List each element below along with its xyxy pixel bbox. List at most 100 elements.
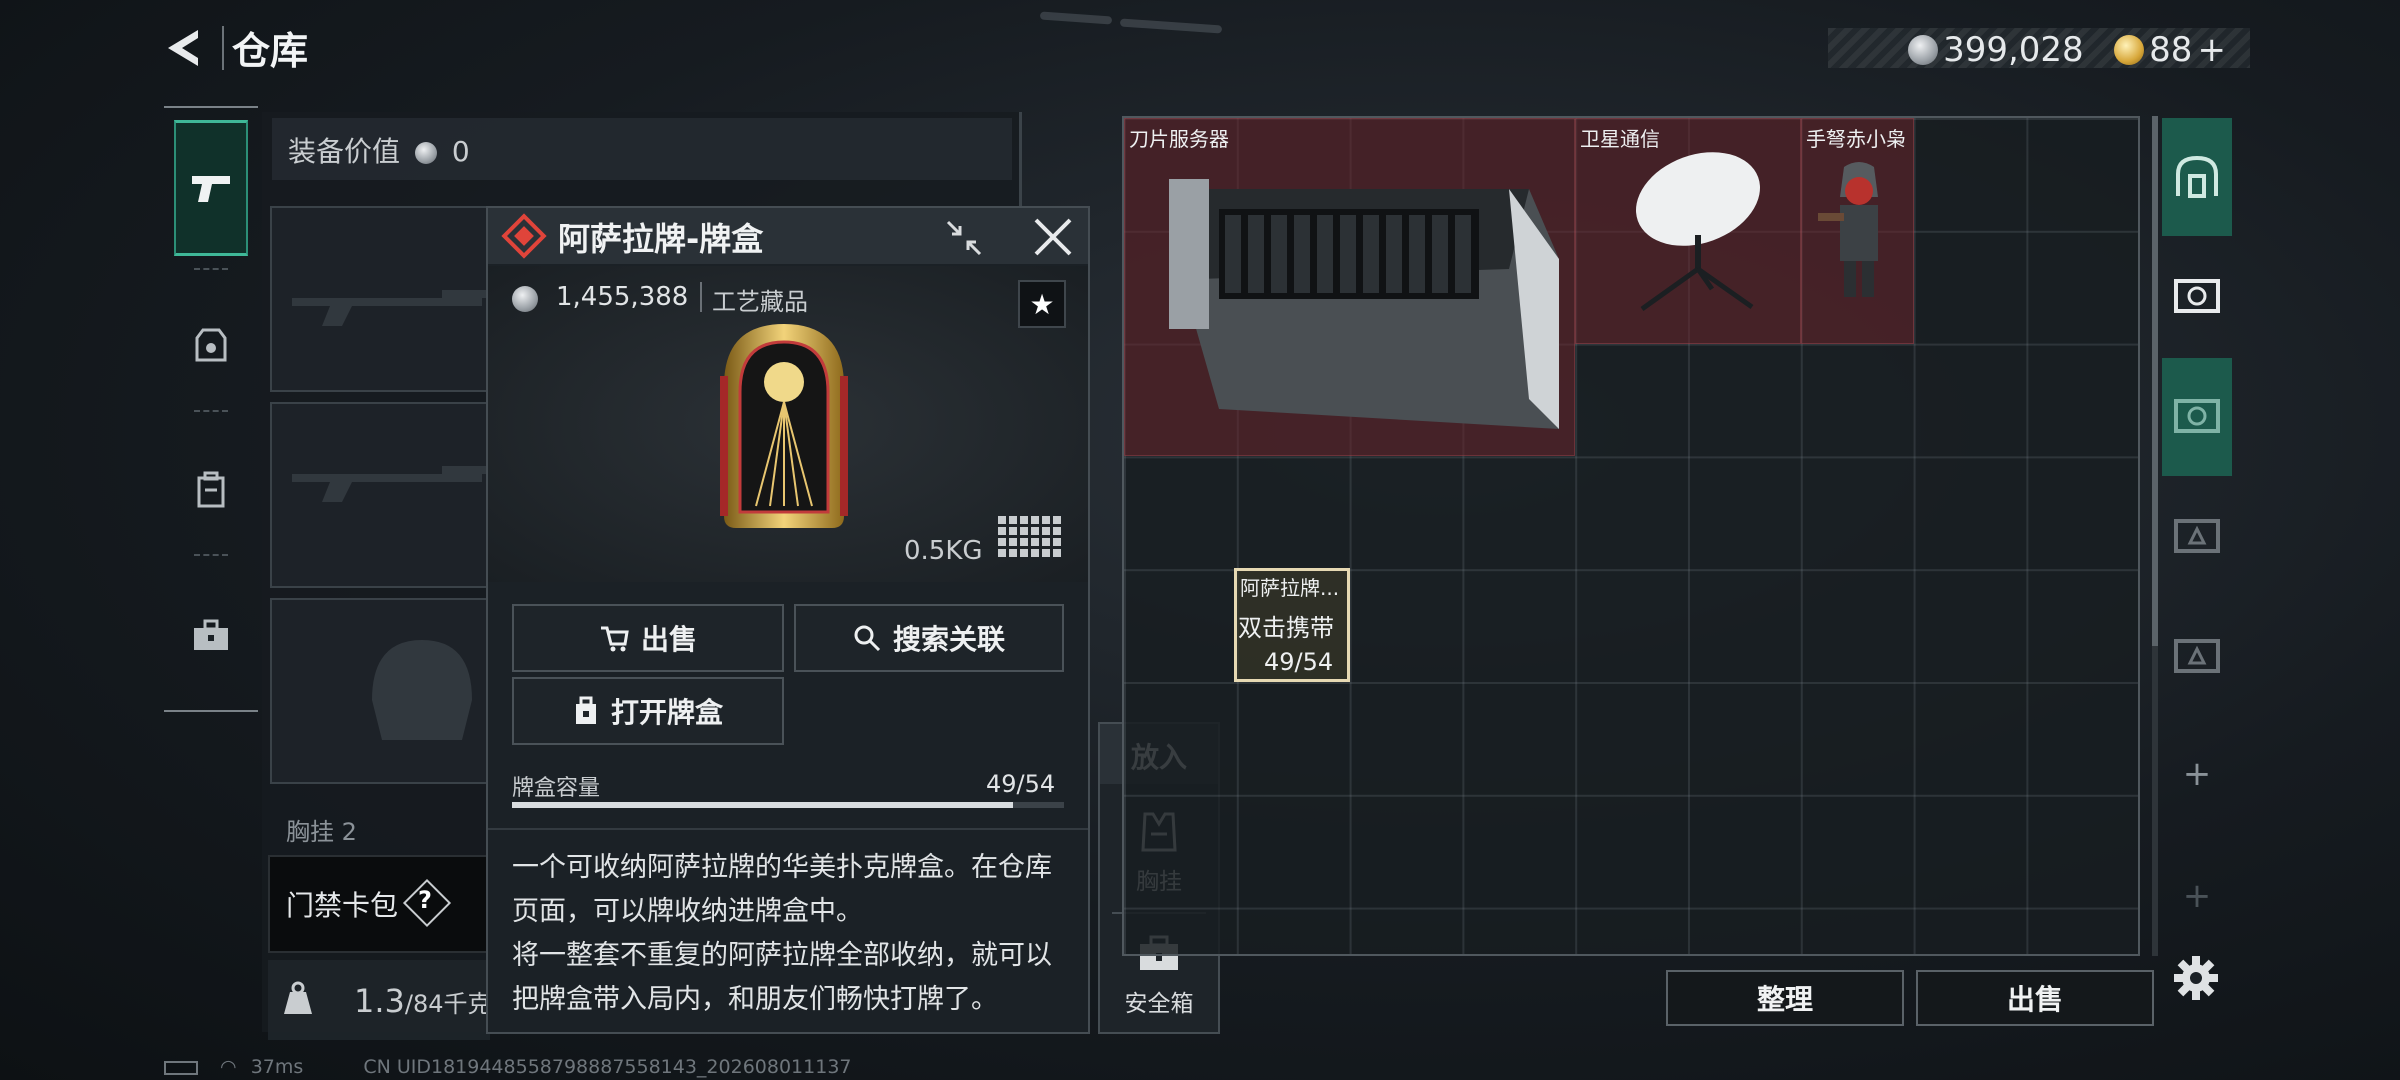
- card-box-image: [720, 324, 848, 528]
- rifle-silhouette-icon: [292, 290, 492, 326]
- search-related-button[interactable]: 搜索关联: [794, 604, 1064, 672]
- stash-tab-icon: [2174, 279, 2220, 313]
- stash-item-label: 卫星通信: [1580, 127, 1660, 151]
- helmet-slot[interactable]: [270, 598, 500, 784]
- open-card-box-button[interactable]: 打开牌盒: [512, 677, 784, 745]
- stash-tab-icon: [2174, 519, 2220, 553]
- close-icon[interactable]: [1030, 214, 1076, 260]
- stash-page-5[interactable]: [2162, 598, 2232, 716]
- server-blade: [1363, 215, 1379, 293]
- stash-item-crossbow-figure[interactable]: 手弩赤小枭: [1801, 118, 1914, 344]
- equipment-value-label: 装备价值: [288, 135, 401, 168]
- item-weight: 0.5KG: [904, 536, 983, 566]
- chest-rig-slot-label: 胸挂 2: [286, 812, 357, 847]
- server-blade: [1294, 215, 1310, 293]
- help-icon-glyph: ?: [418, 886, 432, 914]
- stash-home-icon: [2176, 155, 2218, 198]
- server-blade: [1248, 215, 1264, 293]
- grid-size-icon: [998, 516, 1061, 557]
- search-icon: [854, 625, 881, 652]
- stash-scrollbar[interactable]: [2152, 116, 2158, 646]
- capacity-label: 牌盒容量: [512, 776, 601, 801]
- server-blade: [1455, 215, 1471, 293]
- back-arrow-icon[interactable]: [160, 24, 208, 72]
- carry-weight-max: /84千克: [404, 990, 492, 1018]
- popup-title: 阿萨拉牌-牌盒: [558, 220, 764, 258]
- collapse-icon[interactable]: [944, 218, 984, 258]
- price-divider: [700, 282, 702, 312]
- equipment-value-amount: 0: [451, 135, 470, 168]
- stash-tab-icon: [2174, 639, 2220, 673]
- gold-coin-icon: [2114, 35, 2144, 65]
- description-paragraph: 将一整套不重复的阿萨拉牌全部收纳，就可以把牌盒带入局内，和朋友们畅快打牌了。: [512, 940, 1052, 1015]
- server-blade: [1271, 215, 1287, 293]
- stash-page-4[interactable]: [2162, 478, 2232, 596]
- user-uid: CN UID1819448558798887558143_20260801113…: [363, 1056, 852, 1078]
- server-blade: [1432, 215, 1448, 293]
- rail-backpack-tab[interactable]: [174, 422, 248, 558]
- battery-icon: [164, 1060, 198, 1075]
- sell-button[interactable]: 出售: [512, 604, 784, 672]
- gold-currency[interactable]: 88 +: [2114, 30, 2226, 70]
- item-description: 一个可收纳阿萨拉牌的华美扑克牌盒。在仓库页面，可以牌收纳进牌盒中。 将一整套不重复…: [512, 846, 1072, 1022]
- add-gold-icon[interactable]: +: [2197, 30, 2226, 70]
- carry-weight-value: 1.3: [354, 982, 405, 1020]
- rail-armor-tab[interactable]: [174, 278, 248, 414]
- favorite-star-button[interactable]: ★: [1018, 280, 1066, 328]
- silver-amount: 399,028: [1943, 30, 2084, 70]
- equipment-value: 装备价值 0: [288, 130, 470, 170]
- rail-case-tab[interactable]: [174, 568, 248, 704]
- rifle-silhouette-icon: [292, 466, 492, 502]
- figure-image: [1818, 162, 1878, 297]
- stash-item-satellite[interactable]: 卫星通信: [1575, 118, 1801, 344]
- safe-box-label: 安全箱: [1124, 991, 1194, 1017]
- search-related-label: 搜索关联: [892, 623, 1005, 656]
- server-blade: [1225, 215, 1241, 293]
- description-paragraph: 一个可收纳阿萨拉牌的华美扑克牌盒。在仓库页面，可以牌收纳进牌盒中。: [512, 852, 1052, 927]
- ping-value: 37ms: [250, 1056, 304, 1078]
- selected-item-count: 49/54: [1264, 648, 1334, 676]
- pistol-icon: [192, 176, 230, 202]
- page-title: 仓库: [232, 29, 309, 73]
- server-image: [1169, 179, 1559, 429]
- keycard-pack-label: 门禁卡包: [286, 889, 399, 922]
- gold-amount: 88: [2149, 30, 2193, 70]
- carry-weight: 1.3/84千克: [354, 982, 492, 1020]
- armor-icon: [195, 328, 227, 362]
- server-blade: [1386, 215, 1402, 293]
- double-click-carry-hint: 双击携带: [1238, 614, 1334, 642]
- item-category: 工艺藏品: [712, 288, 808, 316]
- capacity-bar-fill: [512, 802, 1013, 808]
- server-blade: [1409, 215, 1425, 293]
- stash-item-label: 刀片服务器: [1129, 127, 1229, 151]
- stash-page-main[interactable]: [2162, 118, 2232, 236]
- stash-item-label: 手弩赤小枭: [1806, 127, 1906, 151]
- secondary-weapon-slot[interactable]: [270, 402, 500, 588]
- background-streak: [1119, 18, 1223, 34]
- server-blade: [1340, 215, 1356, 293]
- satellite-dish-image: [1636, 152, 1760, 312]
- chest-rig-count: 2: [341, 818, 357, 846]
- sort-button[interactable]: 整理: [1666, 970, 1904, 1026]
- rarity-diamond-icon: [501, 213, 547, 259]
- stash-page-2[interactable]: [2162, 238, 2232, 356]
- open-box-icon: [575, 696, 596, 724]
- primary-weapon-slot[interactable]: [270, 206, 500, 392]
- rail-weapon-tab[interactable]: [174, 120, 248, 256]
- stash-scrollbar-track: [2152, 646, 2158, 956]
- weight-icon: [284, 981, 312, 1014]
- stash-item-blade-server[interactable]: 刀片服务器: [1124, 118, 1575, 456]
- selected-item-label: 阿萨拉牌...: [1240, 576, 1340, 600]
- backpack-icon: [197, 471, 225, 508]
- item-price: 1,455,388: [556, 282, 689, 312]
- silver-coin-icon: [414, 142, 437, 164]
- bulk-sell-button[interactable]: 出售: [1916, 970, 2154, 1026]
- stash-page-3[interactable]: [2162, 358, 2232, 476]
- gear-icon[interactable]: [2172, 954, 2220, 1002]
- silver-currency: 399,028: [1908, 30, 2084, 70]
- stash-tab-icon: [2174, 399, 2220, 433]
- background-streak: [1039, 11, 1113, 25]
- briefcase-icon: [194, 619, 228, 650]
- add-stash-page-icon[interactable]: +: [2180, 754, 2214, 794]
- cart-sell-icon: [600, 626, 629, 652]
